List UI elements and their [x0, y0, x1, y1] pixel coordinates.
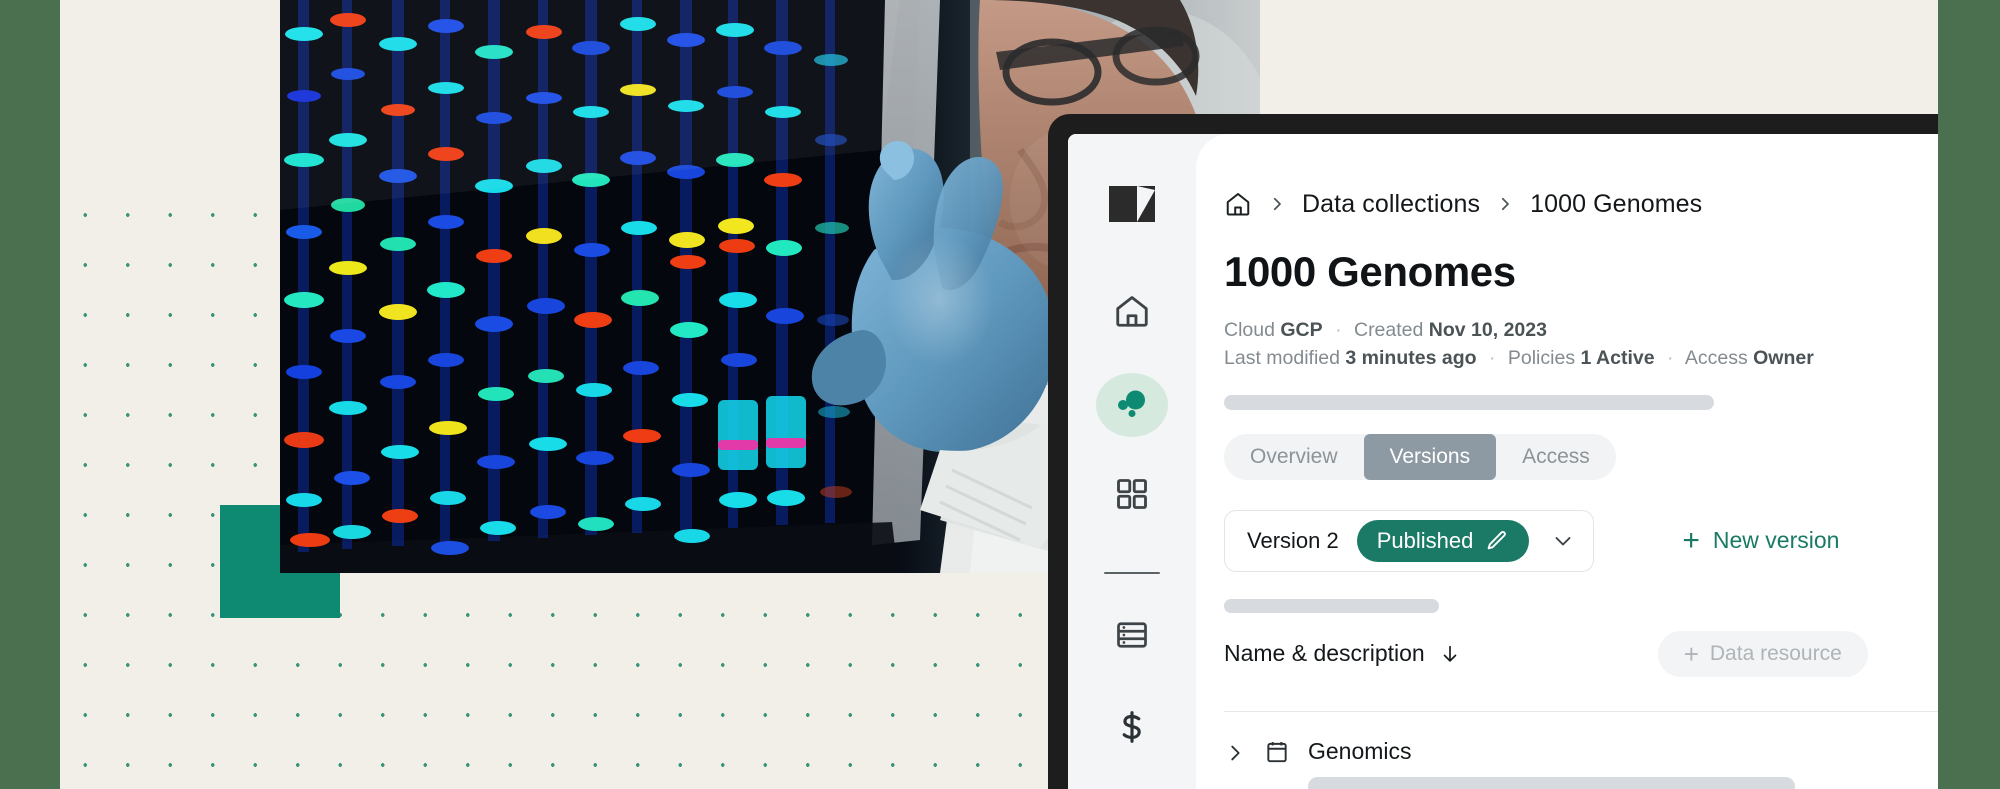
device-screen: Data collections 1000 Genomes 1000 Genom…	[1068, 134, 2000, 789]
main-content: Data collections 1000 Genomes 1000 Genom…	[1196, 134, 2000, 789]
sidebar-divider	[1104, 572, 1160, 575]
tab-overview[interactable]: Overview	[1224, 434, 1364, 480]
sidebar-item-billing[interactable]	[1096, 698, 1168, 761]
sidebar-item-data-collections[interactable]	[1096, 373, 1168, 437]
sidebar-item-home[interactable]	[1096, 282, 1168, 345]
dollar-icon	[1114, 709, 1150, 750]
skeleton-placeholder-bar	[1224, 394, 1714, 410]
breadcrumb: Data collections 1000 Genomes	[1224, 186, 2000, 222]
data-collections-bubbles-icon	[1112, 383, 1152, 428]
modified-label: Last modified	[1224, 347, 1340, 370]
apps-grid-icon	[1114, 476, 1150, 517]
tab-versions[interactable]: Versions	[1363, 433, 1497, 480]
name-description-row: Name & description + Data resource	[1224, 630, 2000, 677]
list-item-label: Genomics	[1308, 738, 1412, 765]
name-description-label: Name & description	[1224, 640, 1425, 667]
page-title: 1000 Genomes	[1224, 248, 1516, 295]
version-label: Version 2	[1247, 527, 1339, 553]
status-badge[interactable]: Published	[1356, 519, 1530, 562]
breadcrumb-item-current[interactable]: 1000 Genomes	[1530, 190, 1702, 219]
access-label: Access	[1684, 347, 1748, 370]
device-frame: Data collections 1000 Genomes 1000 Genom…	[1048, 114, 2000, 789]
metadata-line-1: Cloud GCP · Created Nov 10, 2023	[1224, 316, 2000, 344]
breadcrumb-item-data-collections[interactable]: Data collections	[1302, 190, 1480, 219]
sidebar-item-database[interactable]	[1096, 606, 1168, 669]
table-icon	[1264, 739, 1290, 765]
sidebar-item-apps[interactable]	[1096, 465, 1168, 528]
section-divider	[1224, 710, 2000, 713]
plus-icon: +	[1683, 638, 1699, 669]
tab-bar: Overview Versions Access	[1224, 433, 1616, 480]
plus-icon: +	[1682, 523, 1700, 557]
app-sidebar	[1068, 134, 1196, 789]
modified-value: 3 minutes ago	[1345, 347, 1477, 370]
metadata-line-2: Last modified 3 minutes ago · Policies 1…	[1224, 344, 2000, 372]
pencil-icon	[1485, 529, 1509, 553]
skeleton-placeholder-bar	[1308, 777, 1795, 789]
chevron-right-icon	[1496, 195, 1514, 213]
add-data-resource-button[interactable]: + Data resource	[1657, 630, 1868, 677]
chevron-down-icon[interactable]	[1547, 529, 1579, 553]
home-icon	[1113, 292, 1151, 335]
created-value: Nov 10, 2023	[1428, 319, 1547, 341]
arrow-down-icon	[1439, 643, 1461, 665]
access-value: Owner	[1753, 347, 1814, 370]
screenshot-stage: Data collections 1000 Genomes 1000 Genom…	[0, 0, 2000, 789]
app-logo[interactable]	[1109, 186, 1155, 222]
metadata-block: Cloud GCP · Created Nov 10, 2023 Last mo…	[1224, 316, 2000, 373]
meta-separator: ·	[1488, 347, 1496, 370]
policies-value: 1 Active	[1580, 347, 1655, 370]
left-green-band	[0, 0, 60, 789]
breadcrumb-home-icon[interactable]	[1224, 190, 1252, 218]
list-item[interactable]: Genomics	[1224, 738, 2000, 789]
database-icon	[1114, 617, 1150, 658]
meta-separator: ·	[1335, 319, 1342, 341]
right-green-band	[1938, 0, 2000, 789]
policies-label: Policies	[1507, 347, 1576, 370]
cloud-value: GCP	[1280, 319, 1323, 341]
add-data-resource-label: Data resource	[1709, 641, 1842, 665]
name-description-sort[interactable]: Name & description	[1224, 640, 1461, 667]
tab-access[interactable]: Access	[1496, 434, 1616, 480]
version-row: Version 2 Published + New version	[1224, 509, 2000, 572]
new-version-button[interactable]: + New version	[1682, 523, 1840, 557]
chevron-right-icon	[1268, 195, 1286, 213]
status-badge-label: Published	[1376, 527, 1474, 553]
chevron-right-icon[interactable]	[1224, 742, 1246, 764]
meta-separator: ·	[1667, 347, 1674, 370]
new-version-label: New version	[1712, 527, 1840, 554]
created-label: Created	[1353, 319, 1424, 341]
version-selector[interactable]: Version 2 Published	[1224, 509, 1595, 572]
skeleton-placeholder-bar	[1224, 598, 1439, 613]
cloud-label: Cloud	[1224, 319, 1275, 341]
